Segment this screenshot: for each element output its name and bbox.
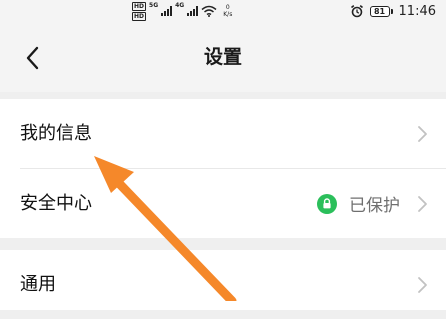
signal-icon — [187, 6, 199, 16]
clock: 11:46 — [398, 3, 436, 19]
security-status-text: 已保护 — [349, 196, 400, 216]
network-speed-unit: K/s — [223, 11, 233, 18]
nav-header: 设置 — [0, 22, 446, 92]
chevron-right-icon — [418, 277, 427, 293]
network-gen-1: 5G — [149, 2, 159, 9]
settings-item-label: 我的信息 — [20, 123, 92, 144]
back-button[interactable] — [20, 44, 48, 72]
security-status: 已保护 — [317, 169, 400, 238]
status-right: 81 11:46 — [350, 0, 436, 22]
hd-icon: HD HD — [132, 1, 147, 21]
settings-item-security-center[interactable]: 安全中心 已保护 — [0, 169, 446, 238]
lock-icon — [317, 193, 337, 214]
alarm-icon — [350, 4, 363, 18]
network-speed-value: 0 — [225, 4, 230, 11]
chevron-left-icon — [26, 46, 39, 70]
chevron-right-icon — [418, 196, 427, 212]
network-gen-2: 4G — [175, 2, 185, 9]
battery-level: 81 — [369, 5, 390, 17]
chevron-right-icon — [418, 126, 427, 142]
settings-item-label: 通用 — [20, 274, 56, 295]
battery-icon: 81 — [369, 5, 393, 17]
settings-group-general: 通用 — [0, 250, 446, 310]
settings-group-account: 我的信息 安全中心 已保护 — [0, 99, 446, 238]
hd-label-bottom: HD — [132, 11, 147, 21]
settings-item-label: 安全中心 — [20, 193, 92, 214]
network-speed: 0 K/s — [223, 4, 232, 18]
network-indicators: HD HD 5G 4G 0 K/s — [132, 0, 232, 22]
wifi-icon — [201, 5, 217, 17]
status-bar: HD HD 5G 4G 0 K/s 81 11:46 — [0, 0, 446, 22]
settings-item-general[interactable]: 通用 — [0, 250, 446, 319]
hd-label-top: HD — [132, 1, 147, 11]
settings-item-my-info[interactable]: 我的信息 — [0, 99, 446, 169]
signal-icon — [161, 6, 173, 16]
page-title: 设置 — [203, 46, 242, 68]
